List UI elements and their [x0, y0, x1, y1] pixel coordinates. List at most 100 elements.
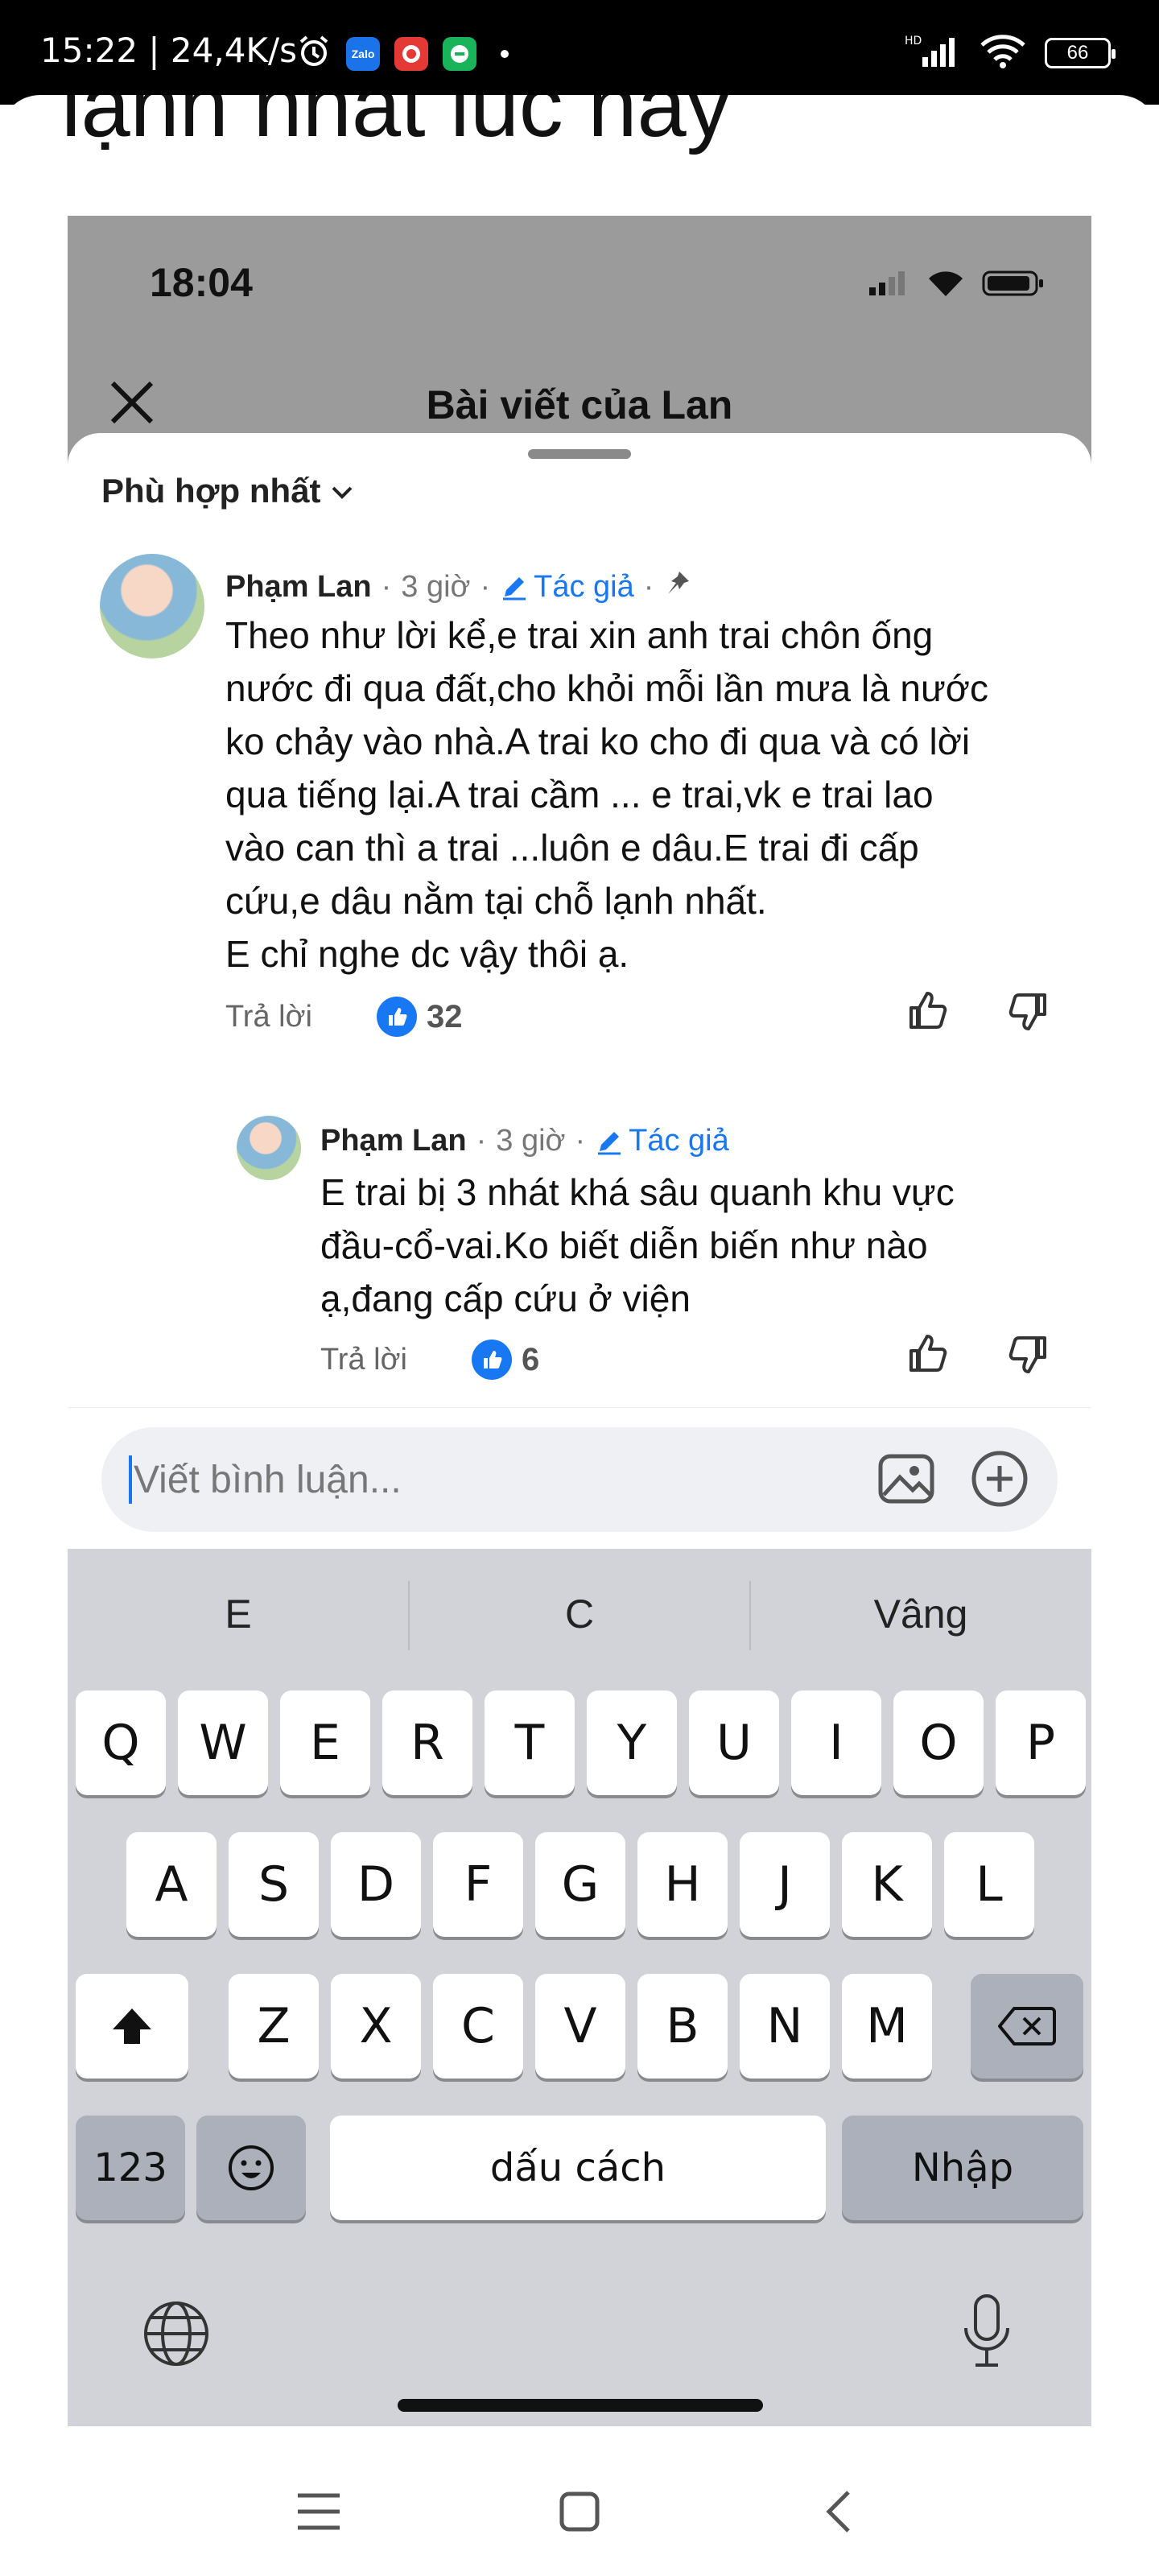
key-e[interactable]: E	[280, 1690, 370, 1795]
key-l[interactable]: L	[944, 1832, 1034, 1937]
comment-separator: ·	[381, 569, 392, 604]
author-badge-label: Tác giả	[534, 569, 634, 604]
reaction-count[interactable]: 32	[376, 997, 462, 1037]
pencil-icon	[598, 1131, 621, 1154]
key-o[interactable]: O	[893, 1690, 984, 1795]
key-y[interactable]: Y	[587, 1690, 677, 1795]
inner-status-right	[868, 269, 1046, 302]
status-divider: |	[138, 31, 171, 70]
battery-icon: 66	[1045, 37, 1116, 68]
backspace-key[interactable]	[971, 1974, 1083, 2079]
key-r[interactable]: R	[382, 1690, 472, 1795]
app-red-icon	[394, 36, 428, 71]
comment-composer: Viết bình luận...	[68, 1407, 1091, 1549]
commenter-name[interactable]: Phạm Lan	[225, 570, 372, 605]
key-n[interactable]: N	[740, 1974, 830, 2079]
like-reaction-icon	[471, 1340, 512, 1380]
screen: 15:22 | 24,4K/s Zalo HD 66 lạnh nhất lúc…	[0, 0, 1159, 2576]
system-status-bar: 15:22 | 24,4K/s Zalo HD 66	[0, 0, 1159, 105]
status-clock: 15:22	[40, 31, 138, 70]
space-key[interactable]: dấu cách	[330, 2116, 826, 2220]
app-green-icon	[443, 36, 476, 71]
key-h[interactable]: H	[637, 1832, 728, 1937]
vote-buttons	[905, 989, 1051, 1038]
backspace-icon	[998, 2007, 1056, 2046]
key-z[interactable]: Z	[229, 1974, 319, 2079]
background-caption: lạnh nhất lúc này	[61, 95, 731, 155]
post-title: Bài viết của Lan	[426, 382, 733, 427]
downvote-icon[interactable]	[1006, 989, 1051, 1038]
comment-header: Phạm Lan · 3 giờ · Tác giả	[320, 1124, 729, 1158]
key-t[interactable]: T	[485, 1690, 575, 1795]
enter-key[interactable]: Nhập	[842, 2116, 1083, 2220]
commenter-name[interactable]: Phạm Lan	[320, 1124, 467, 1158]
keyboard: E C Vâng Q W E R T Y U I O P A S D F G H	[68, 1549, 1091, 2426]
key-x[interactable]: X	[331, 1974, 421, 2079]
sort-label: Phù hợp nhất	[101, 472, 321, 510]
upvote-icon[interactable]	[905, 1331, 950, 1381]
suggestion-item[interactable]: C	[409, 1591, 750, 1637]
key-v[interactable]: V	[535, 1974, 625, 2079]
image-icon[interactable]	[876, 1448, 937, 1513]
numbers-key[interactable]: 123	[76, 2116, 185, 2220]
chevron-down-icon	[330, 472, 354, 510]
inner-wifi-icon	[927, 269, 964, 302]
suggestion-item[interactable]: E	[68, 1591, 409, 1637]
suggestion-item[interactable]: Vâng	[750, 1591, 1091, 1637]
signal-icon: HD	[905, 33, 961, 72]
downvote-icon[interactable]	[1006, 1331, 1051, 1381]
alarm-icon	[296, 34, 332, 73]
home-indicator	[398, 2399, 763, 2412]
comment-separator: ·	[643, 569, 654, 604]
globe-icon[interactable]	[140, 2297, 212, 2374]
avatar[interactable]	[237, 1116, 301, 1180]
suggestion-bar: E C Vâng	[68, 1549, 1091, 1686]
shift-icon	[113, 2008, 151, 2044]
key-b[interactable]: B	[637, 1974, 728, 2079]
key-d[interactable]: D	[331, 1832, 421, 1937]
reply-button[interactable]: Trả lời	[320, 1343, 407, 1377]
wifi-icon	[979, 32, 1027, 73]
inner-signal-icon	[868, 270, 909, 301]
inner-status-time: 18:04	[150, 260, 253, 305]
key-u[interactable]: U	[689, 1690, 779, 1795]
composer-actions	[876, 1448, 1030, 1513]
menu-icon[interactable]	[287, 2479, 351, 2544]
reaction-count[interactable]: 6	[471, 1340, 539, 1380]
key-a[interactable]: A	[126, 1832, 217, 1937]
key-w[interactable]: W	[178, 1690, 268, 1795]
comment-text: Theo như lời kể,e trai xin anh trai chôn…	[225, 614, 988, 975]
sort-dropdown[interactable]: Phù hợp nhất	[101, 472, 354, 510]
author-badge: Tác giả	[500, 570, 634, 605]
status-net-speed: 24,4K/s	[170, 31, 297, 70]
emoji-key[interactable]	[196, 2116, 306, 2220]
key-m[interactable]: M	[842, 1974, 932, 2079]
microphone-icon[interactable]	[955, 2291, 1019, 2376]
vote-buttons	[905, 1331, 1051, 1381]
comment-actions: Trả lời 6	[320, 1340, 539, 1380]
avatar[interactable]	[100, 554, 204, 658]
reply-button[interactable]: Trả lời	[225, 1000, 312, 1034]
home-icon[interactable]	[547, 2479, 612, 2544]
key-i[interactable]: I	[791, 1690, 881, 1795]
comment-header: Phạm Lan · 3 giờ · Tác giả ·	[225, 568, 692, 605]
zalo-icon: Zalo	[346, 36, 380, 71]
back-icon[interactable]	[806, 2479, 871, 2544]
key-g[interactable]: G	[535, 1832, 625, 1937]
comment-input[interactable]: Viết bình luận...	[101, 1427, 1058, 1532]
key-c[interactable]: C	[433, 1974, 523, 2079]
upvote-icon[interactable]	[905, 989, 950, 1038]
key-p[interactable]: P	[996, 1690, 1086, 1795]
pencil-icon	[503, 577, 526, 601]
key-f[interactable]: F	[433, 1832, 523, 1937]
key-j[interactable]: J	[740, 1832, 830, 1937]
pin-icon	[663, 568, 692, 605]
key-s[interactable]: S	[229, 1832, 319, 1937]
inner-battery-icon	[982, 269, 1046, 302]
key-q[interactable]: Q	[76, 1690, 166, 1795]
author-badge: Tác giả	[595, 1124, 729, 1158]
key-k[interactable]: K	[842, 1832, 932, 1937]
shift-key[interactable]	[76, 1974, 188, 2079]
add-icon[interactable]	[969, 1448, 1030, 1513]
sheet-grabber[interactable]	[528, 449, 631, 459]
